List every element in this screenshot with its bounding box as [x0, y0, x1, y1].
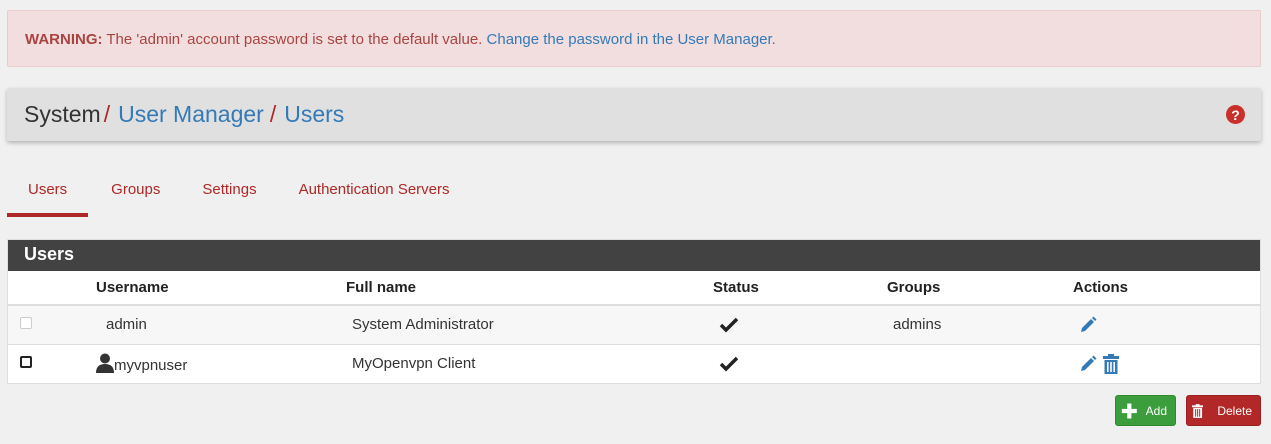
warning-prefix: WARNING:: [25, 31, 103, 48]
actions-cell: [1073, 305, 1260, 345]
help-icon[interactable]: ?: [1226, 105, 1245, 124]
status-cell: [713, 344, 887, 384]
col-username[interactable]: Username: [96, 271, 346, 306]
tab-authentication-servers[interactable]: Authentication Servers: [278, 170, 471, 217]
breadcrumb-system: System: [24, 101, 101, 127]
col-groups[interactable]: Groups: [887, 271, 1073, 306]
breadcrumb-users[interactable]: Users: [284, 101, 344, 128]
breadcrumb: System / User Manager / Users ?: [7, 88, 1261, 141]
tab-settings[interactable]: Settings: [181, 170, 277, 217]
delete-button[interactable]: Delete: [1186, 395, 1261, 426]
delete-button-label: Delete: [1217, 403, 1252, 418]
change-password-link[interactable]: Change the password in the User Manager.: [487, 31, 776, 48]
trash-icon[interactable]: [1102, 353, 1120, 374]
username-cell: admin: [96, 305, 346, 345]
edit-icon[interactable]: [1078, 315, 1098, 335]
col-fullname[interactable]: Full name: [346, 271, 713, 306]
table-row: myvpnuser MyOpenvpn Client: [8, 344, 1260, 384]
warning-alert: WARNING: The 'admin' account password is…: [7, 10, 1261, 67]
plus-icon: [1121, 403, 1137, 418]
breadcrumb-separator: /: [103, 101, 111, 127]
tab-bar: Users Groups Settings Authentication Ser…: [7, 170, 471, 217]
row-checkbox[interactable]: [20, 317, 32, 330]
trash-icon: [1192, 403, 1204, 418]
status-cell: [713, 305, 887, 345]
fullname-cell: MyOpenvpn Client: [346, 344, 713, 384]
tab-users[interactable]: Users: [7, 170, 89, 217]
tab-groups[interactable]: Groups: [88, 170, 181, 217]
check-icon: [719, 318, 739, 333]
edit-icon[interactable]: [1078, 354, 1098, 374]
breadcrumb-user-manager[interactable]: User Manager: [118, 101, 264, 128]
add-button-label: Add: [1145, 403, 1167, 418]
user-icon: [96, 353, 114, 373]
row-checkbox[interactable]: [20, 356, 32, 368]
username-text: myvpnuser: [114, 357, 188, 374]
warning-text: The 'admin' account password is set to t…: [102, 31, 487, 48]
groups-cell: admins: [887, 305, 1073, 345]
groups-cell: [887, 344, 1073, 384]
fullname-cell: System Administrator: [346, 305, 713, 345]
panel-title: Users: [8, 240, 1260, 271]
table-row: admin System Administrator admins: [8, 305, 1260, 345]
username-cell: myvpnuser: [96, 344, 346, 384]
actions-cell: [1073, 344, 1260, 384]
users-panel: Users Username Full name Status Groups A…: [7, 239, 1261, 384]
check-icon: [719, 356, 739, 372]
breadcrumb-separator: /: [269, 101, 277, 127]
col-actions: Actions: [1073, 271, 1260, 306]
users-table: Username Full name Status Groups Actions…: [8, 271, 1260, 384]
add-button[interactable]: Add: [1115, 395, 1176, 426]
col-status[interactable]: Status: [713, 271, 887, 306]
